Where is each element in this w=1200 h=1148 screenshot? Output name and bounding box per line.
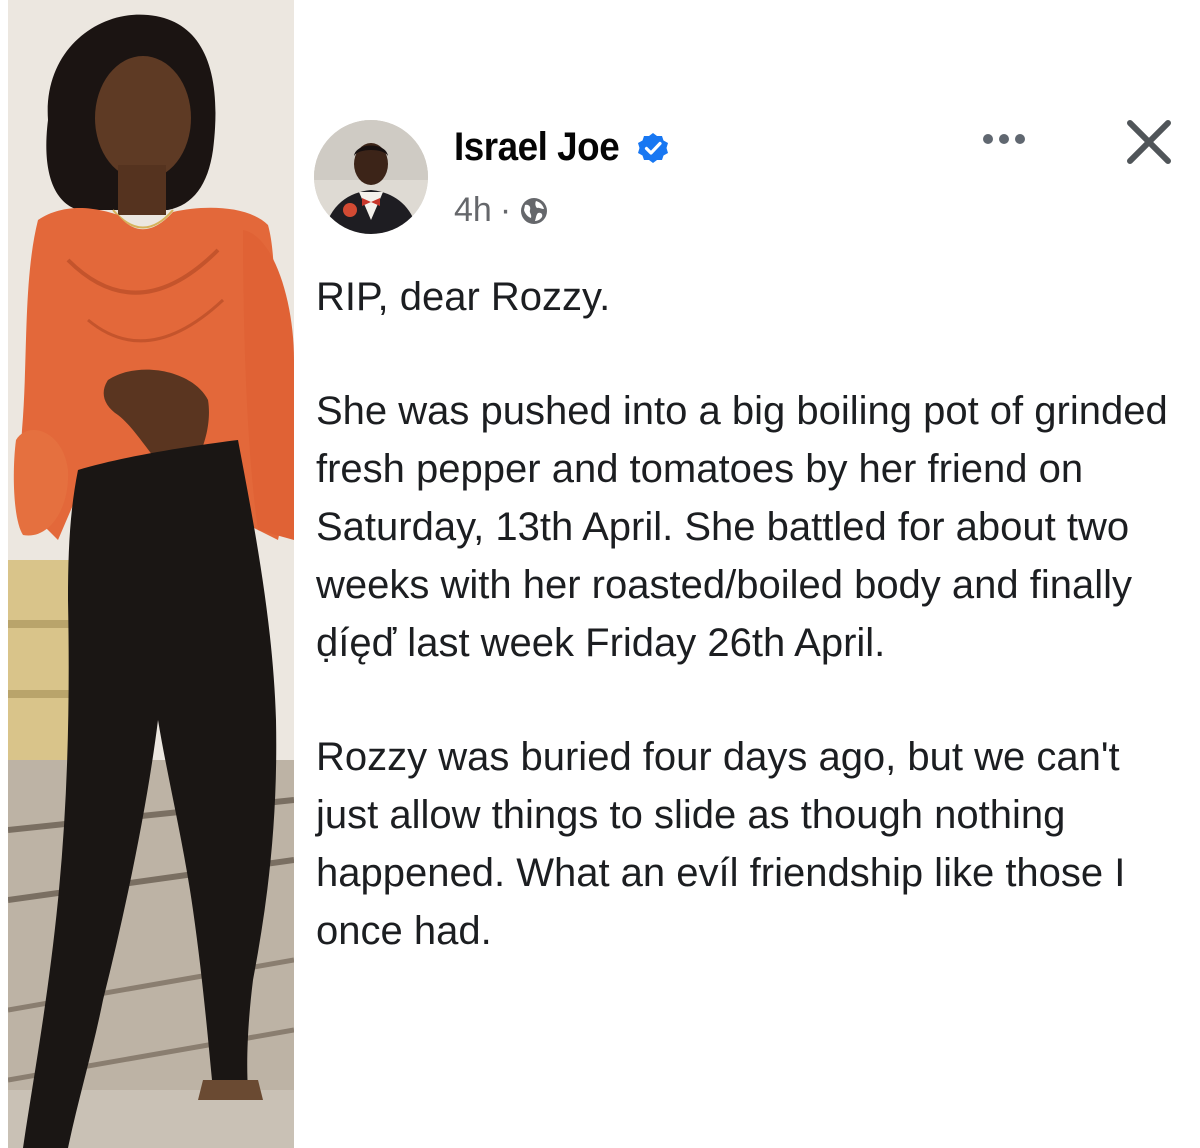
- avatar[interactable]: [314, 120, 428, 234]
- more-options-button[interactable]: [974, 119, 1034, 159]
- globe-icon[interactable]: [519, 196, 549, 226]
- meta-separator: ·: [499, 191, 512, 229]
- woman-photo-image: [8, 0, 294, 1148]
- author-name[interactable]: Israel Joe: [454, 125, 620, 170]
- avatar-image: [314, 120, 428, 234]
- author-row: Israel Joe: [454, 125, 670, 170]
- more-horizontal-icon: [983, 134, 1025, 144]
- post-paragraph: Rozzy was buried four days ago, but we c…: [316, 735, 1137, 953]
- post-paragraph: RIP, dear Rozzy.: [316, 275, 611, 319]
- facebook-post: Israel Joe 4h · RIP, dear Rozzy. She was…: [294, 0, 1200, 1148]
- post-meta: 4h ·: [454, 191, 549, 230]
- post-paragraph: She was pushed into a big boiling pot of…: [316, 389, 1179, 665]
- post-header: Israel Joe 4h ·: [314, 115, 1194, 235]
- post-time[interactable]: 4h: [454, 191, 492, 230]
- post-photo[interactable]: [8, 0, 294, 1148]
- verified-badge-icon: [637, 132, 668, 163]
- post-text: RIP, dear Rozzy. She was pushed into a b…: [316, 268, 1176, 960]
- close-icon[interactable]: [1122, 115, 1176, 169]
